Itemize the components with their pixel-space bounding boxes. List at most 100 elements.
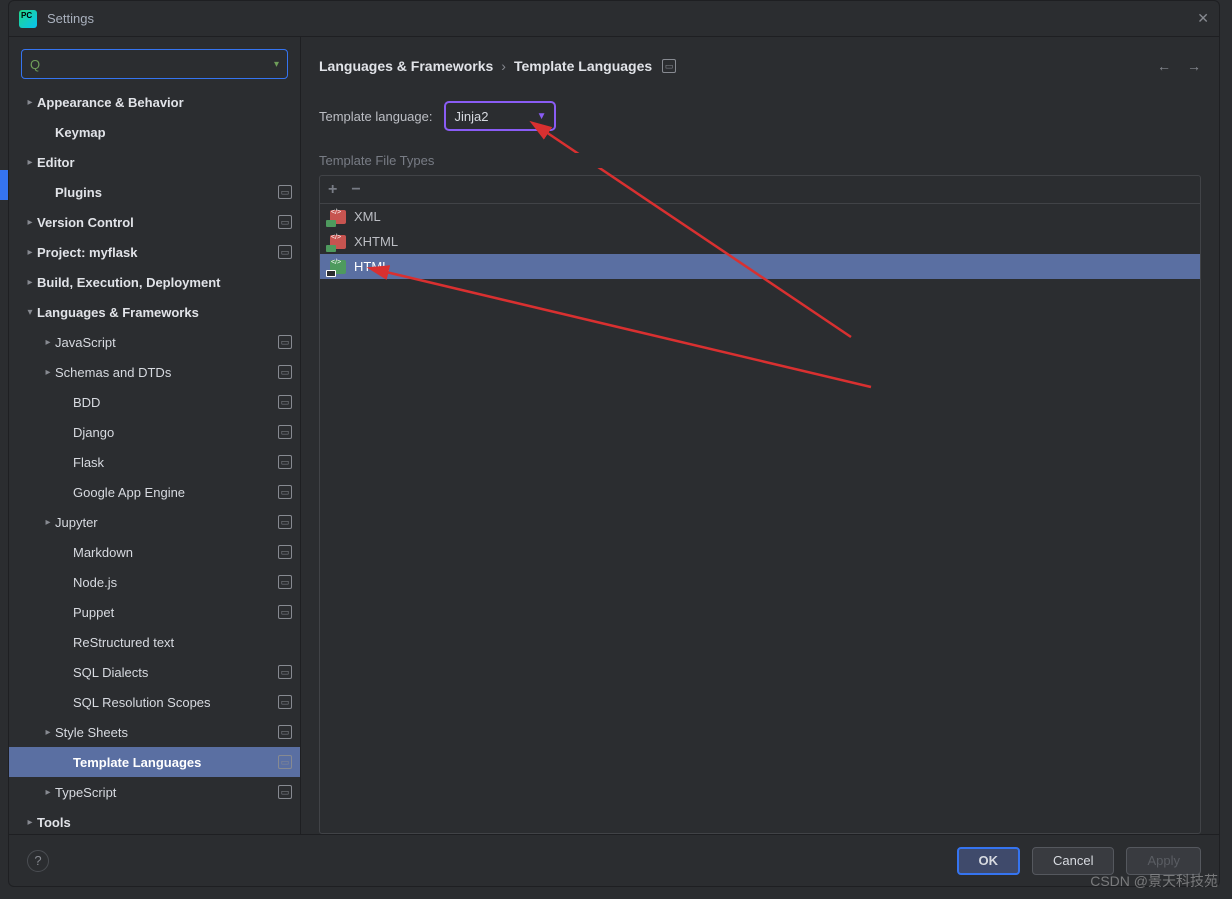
sidebar-item-puppet[interactable]: Puppet▭ bbox=[9, 597, 300, 627]
sidebar-item-project-myflask[interactable]: Project: myflask▭ bbox=[9, 237, 300, 267]
sidebar-item-bdd[interactable]: BDD▭ bbox=[9, 387, 300, 417]
cancel-button[interactable]: Cancel bbox=[1032, 847, 1114, 875]
project-scope-icon: ▭ bbox=[278, 455, 292, 469]
sidebar-item-style-sheets[interactable]: Style Sheets▭ bbox=[9, 717, 300, 747]
sidebar-item-restructured-text[interactable]: ReStructured text bbox=[9, 627, 300, 657]
file-type-row-xml[interactable]: XML bbox=[320, 204, 1200, 229]
sidebar-item-label: TypeScript bbox=[55, 785, 278, 800]
sidebar-item-editor[interactable]: Editor bbox=[9, 147, 300, 177]
sidebar: Q ▾ Appearance & Behavior Keymap Editor Plu… bbox=[9, 37, 301, 834]
sidebar-item-label: Flask bbox=[73, 455, 278, 470]
chevron-right-icon[interactable] bbox=[41, 787, 55, 798]
apply-button: Apply bbox=[1126, 847, 1201, 875]
project-scope-icon: ▭ bbox=[278, 335, 292, 349]
sidebar-item-appearance-behavior[interactable]: Appearance & Behavior bbox=[9, 87, 300, 117]
sidebar-item-javascript[interactable]: JavaScript▭ bbox=[9, 327, 300, 357]
sidebar-item-schemas-and-dtds[interactable]: Schemas and DTDs▭ bbox=[9, 357, 300, 387]
sidebar-item-label: Tools bbox=[37, 815, 292, 830]
chevron-right-icon[interactable] bbox=[23, 277, 37, 288]
sidebar-item-jupyter[interactable]: Jupyter▭ bbox=[9, 507, 300, 537]
sidebar-item-google-app-engine[interactable]: Google App Engine▭ bbox=[9, 477, 300, 507]
sidebar-item-label: SQL Dialects bbox=[73, 665, 278, 680]
project-scope-icon: ▭ bbox=[278, 395, 292, 409]
template-language-value: Jinja2 bbox=[454, 109, 528, 124]
project-scope-icon: ▭ bbox=[278, 785, 292, 799]
search-input[interactable]: Q ▾ bbox=[21, 49, 288, 79]
project-scope-icon: ▭ bbox=[278, 515, 292, 529]
sidebar-item-label: Node.js bbox=[73, 575, 278, 590]
sidebar-item-sql-dialects[interactable]: SQL Dialects▭ bbox=[9, 657, 300, 687]
project-scope-icon: ▭ bbox=[278, 665, 292, 679]
nav-back-icon[interactable]: ← bbox=[1157, 58, 1171, 74]
chevron-right-icon[interactable] bbox=[41, 517, 55, 528]
sidebar-item-label: Style Sheets bbox=[55, 725, 278, 740]
dialog-footer: ? OK Cancel Apply bbox=[9, 834, 1219, 886]
file-type-row-xhtml[interactable]: XHTML bbox=[320, 229, 1200, 254]
chevron-right-icon[interactable] bbox=[23, 217, 37, 228]
sidebar-item-plugins[interactable]: Plugins▭ bbox=[9, 177, 300, 207]
sidebar-item-label: Appearance & Behavior bbox=[37, 95, 292, 110]
html-file-icon bbox=[330, 260, 346, 274]
chevron-right-icon[interactable] bbox=[41, 337, 55, 348]
sidebar-item-django[interactable]: Django▭ bbox=[9, 417, 300, 447]
project-scope-icon: ▭ bbox=[278, 575, 292, 589]
sidebar-item-label: Editor bbox=[37, 155, 292, 170]
sidebar-item-label: Languages & Frameworks bbox=[37, 305, 292, 320]
remove-file-type-button[interactable]: − bbox=[351, 181, 360, 199]
sidebar-item-node-js[interactable]: Node.js▭ bbox=[9, 567, 300, 597]
chevron-right-icon[interactable] bbox=[23, 157, 37, 168]
project-scope-icon: ▭ bbox=[278, 215, 292, 229]
project-scope-icon: ▭ bbox=[662, 59, 676, 73]
file-type-row-html[interactable]: HTML bbox=[320, 254, 1200, 279]
project-scope-icon: ▭ bbox=[278, 425, 292, 439]
close-icon[interactable]: ✕ bbox=[1197, 10, 1209, 27]
sidebar-item-typescript[interactable]: TypeScript▭ bbox=[9, 777, 300, 807]
sidebar-item-label: Plugins bbox=[55, 185, 278, 200]
sidebar-item-sql-resolution-scopes[interactable]: SQL Resolution Scopes▭ bbox=[9, 687, 300, 717]
sidebar-item-label: BDD bbox=[73, 395, 278, 410]
template-language-label: Template language: bbox=[319, 109, 432, 124]
titlebar: Settings ✕ bbox=[9, 1, 1219, 37]
chevron-right-icon[interactable] bbox=[23, 817, 37, 828]
project-scope-icon: ▭ bbox=[278, 545, 292, 559]
sidebar-item-keymap[interactable]: Keymap bbox=[9, 117, 300, 147]
chevron-right-icon[interactable] bbox=[41, 367, 55, 378]
project-scope-icon: ▭ bbox=[278, 365, 292, 379]
sidebar-item-label: Keymap bbox=[55, 125, 292, 140]
breadcrumb-page: Template Languages bbox=[514, 58, 652, 74]
help-button[interactable]: ? bbox=[27, 850, 49, 872]
sidebar-item-version-control[interactable]: Version Control▭ bbox=[9, 207, 300, 237]
search-icon: Q bbox=[30, 57, 40, 72]
chevron-right-icon[interactable] bbox=[23, 97, 37, 108]
project-scope-icon: ▭ bbox=[278, 185, 292, 199]
sidebar-item-label: Template Languages bbox=[73, 755, 278, 770]
project-scope-icon: ▭ bbox=[278, 485, 292, 499]
chevron-right-icon[interactable] bbox=[41, 727, 55, 738]
sidebar-item-label: Project: myflask bbox=[37, 245, 278, 260]
sidebar-item-build-execution-deployment[interactable]: Build, Execution, Deployment bbox=[9, 267, 300, 297]
ok-button[interactable]: OK bbox=[957, 847, 1021, 875]
xhtml-file-icon bbox=[330, 235, 346, 249]
sidebar-item-languages-frameworks[interactable]: Languages & Frameworks bbox=[9, 297, 300, 327]
search-field[interactable] bbox=[44, 57, 274, 72]
project-scope-icon: ▭ bbox=[278, 695, 292, 709]
project-scope-icon: ▭ bbox=[278, 605, 292, 619]
sidebar-item-tools[interactable]: Tools bbox=[9, 807, 300, 834]
template-language-select[interactable]: Jinja2 ▼ bbox=[444, 101, 556, 131]
file-types-group-label: Template File Types bbox=[319, 153, 1201, 168]
sidebar-item-flask[interactable]: Flask▭ bbox=[9, 447, 300, 477]
chevron-right-icon: › bbox=[501, 58, 506, 74]
breadcrumb-root[interactable]: Languages & Frameworks bbox=[319, 58, 493, 74]
sidebar-item-label: Jupyter bbox=[55, 515, 278, 530]
sidebar-item-markdown[interactable]: Markdown▭ bbox=[9, 537, 300, 567]
chevron-right-icon[interactable] bbox=[23, 247, 37, 258]
file-type-label: HTML bbox=[354, 259, 389, 274]
add-file-type-button[interactable]: + bbox=[328, 181, 337, 199]
chevron-down-icon[interactable] bbox=[23, 307, 37, 318]
sidebar-item-label: ReStructured text bbox=[73, 635, 292, 650]
nav-forward-icon[interactable]: → bbox=[1187, 58, 1201, 74]
sidebar-item-label: Django bbox=[73, 425, 278, 440]
sidebar-item-template-languages[interactable]: Template Languages▭ bbox=[9, 747, 300, 777]
search-dropdown-icon[interactable]: ▾ bbox=[274, 59, 279, 70]
sidebar-item-label: Schemas and DTDs bbox=[55, 365, 278, 380]
